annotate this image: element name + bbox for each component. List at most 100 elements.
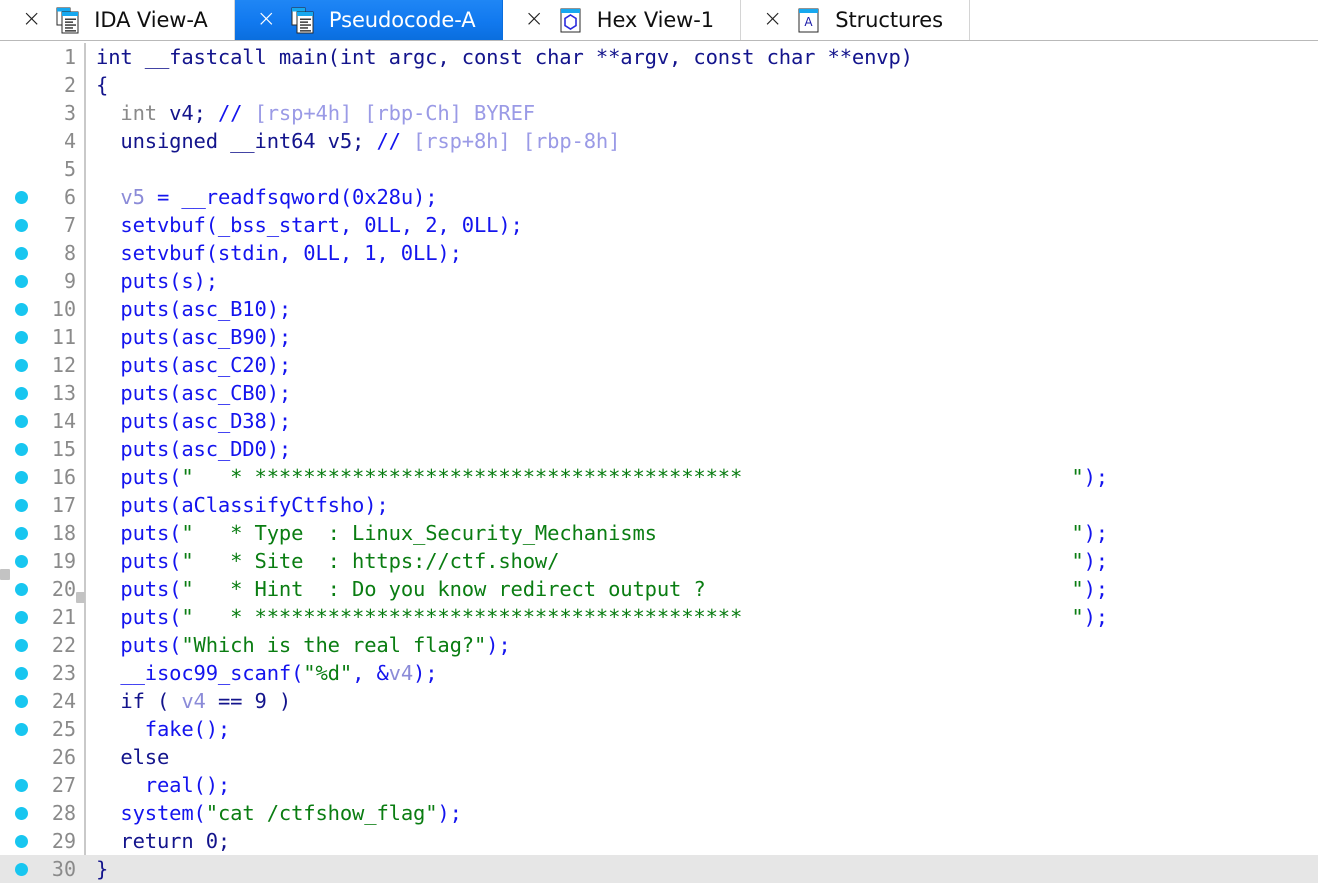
code-line[interactable]: 24 if ( v4 == 9 ): [0, 687, 1318, 715]
code-line-text[interactable]: if ( v4 == 9 ): [94, 691, 1318, 712]
code-line-list[interactable]: 1 int __fastcall main(int argc, const cha…: [0, 41, 1318, 883]
breakpoint-gutter-cell[interactable]: [0, 470, 42, 484]
code-line[interactable]: 10 puts(asc_B10);: [0, 295, 1318, 323]
tab-ida-view-a[interactable]: × IDA View-A: [0, 0, 235, 40]
code-line-text[interactable]: else: [94, 747, 1318, 768]
breakpoint-gutter-cell[interactable]: [0, 330, 42, 344]
code-line-text[interactable]: __isoc99_scanf("%d", &v4);: [94, 663, 1318, 684]
code-line[interactable]: 8 setvbuf(stdin, 0LL, 1, 0LL);: [0, 239, 1318, 267]
code-line-text[interactable]: puts(" * *******************************…: [94, 607, 1318, 628]
code-line[interactable]: 21 puts(" * ****************************…: [0, 603, 1318, 631]
pseudocode-editor[interactable]: 1 int __fastcall main(int argc, const cha…: [0, 41, 1318, 890]
breakpoint-dot-icon[interactable]: [14, 582, 28, 596]
tab-pseudocode-a[interactable]: × Pseudocode-A: [234, 0, 503, 40]
code-line[interactable]: 6 v5 = __readfsqword(0x28u);: [0, 183, 1318, 211]
code-line-text[interactable]: puts(" * Site : https://ctf.show/ ");: [94, 551, 1318, 572]
code-line-text[interactable]: puts(asc_CB0);: [94, 383, 1318, 404]
breakpoint-gutter-cell[interactable]: [0, 302, 42, 316]
code-line-text[interactable]: fake();: [94, 719, 1318, 740]
code-line[interactable]: 12 puts(asc_C20);: [0, 351, 1318, 379]
breakpoint-gutter-cell[interactable]: [0, 442, 42, 456]
code-line-text[interactable]: int __fastcall main(int argc, const char…: [94, 47, 1318, 68]
code-line[interactable]: 9 puts(s);: [0, 267, 1318, 295]
breakpoint-dot-icon[interactable]: [14, 834, 28, 848]
breakpoint-gutter-cell[interactable]: [0, 414, 42, 428]
breakpoint-gutter-cell[interactable]: [0, 79, 42, 92]
breakpoint-gutter-cell[interactable]: [0, 582, 42, 596]
code-line-text[interactable]: puts(" * Type : Linux_Security_Mechanism…: [94, 523, 1318, 544]
breakpoint-dot-icon[interactable]: [14, 722, 28, 736]
breakpoint-dot-icon[interactable]: [14, 246, 28, 260]
code-line[interactable]: 26 else: [0, 743, 1318, 771]
code-line[interactable]: 28 system("cat /ctfshow_flag");: [0, 799, 1318, 827]
code-line[interactable]: 19 puts(" * Site : https://ctf.show/ ");: [0, 547, 1318, 575]
code-line[interactable]: 2{: [0, 71, 1318, 99]
breakpoint-gutter-cell[interactable]: [0, 778, 42, 792]
breakpoint-gutter-cell[interactable]: [0, 386, 42, 400]
code-line-text[interactable]: puts(aClassifyCtfsho);: [94, 495, 1318, 516]
breakpoint-gutter-cell[interactable]: [0, 526, 42, 540]
code-line-text[interactable]: int v4; // [rsp+4h] [rbp-Ch] BYREF: [94, 103, 1318, 124]
code-line[interactable]: 15 puts(asc_DD0);: [0, 435, 1318, 463]
breakpoint-gutter-cell[interactable]: [0, 218, 42, 232]
breakpoint-dot-icon[interactable]: [14, 330, 28, 344]
tab-close-icon[interactable]: ×: [22, 7, 41, 33]
code-line-text[interactable]: puts(asc_DD0);: [94, 439, 1318, 460]
breakpoint-gutter-cell[interactable]: [0, 163, 42, 176]
code-line-text[interactable]: {: [94, 75, 1318, 96]
breakpoint-gutter-cell[interactable]: [0, 862, 42, 876]
breakpoint-dot-icon[interactable]: [14, 526, 28, 540]
tab-close-icon[interactable]: ×: [763, 7, 782, 33]
breakpoint-gutter-cell[interactable]: [0, 666, 42, 680]
breakpoint-gutter-cell[interactable]: [0, 554, 42, 568]
code-line-text[interactable]: setvbuf(_bss_start, 0LL, 2, 0LL);: [94, 215, 1318, 236]
code-line-text[interactable]: return 0;: [94, 831, 1318, 852]
breakpoint-dot-icon[interactable]: [14, 694, 28, 708]
breakpoint-dot-icon[interactable]: [14, 302, 28, 316]
code-line[interactable]: 4 unsigned __int64 v5; // [rsp+8h] [rbp-…: [0, 127, 1318, 155]
view-tab-bar[interactable]: × IDA View-A × Pseudocode-A × Hex View-1 × A Str…: [0, 0, 1318, 41]
tab-close-icon[interactable]: ×: [525, 7, 544, 33]
code-line[interactable]: 17 puts(aClassifyCtfsho);: [0, 491, 1318, 519]
code-line[interactable]: 13 puts(asc_CB0);: [0, 379, 1318, 407]
breakpoint-gutter-cell[interactable]: [0, 751, 42, 764]
breakpoint-gutter-cell[interactable]: [0, 51, 42, 64]
tab-close-icon[interactable]: ×: [257, 7, 276, 33]
breakpoint-dot-icon[interactable]: [14, 358, 28, 372]
breakpoint-dot-icon[interactable]: [14, 470, 28, 484]
code-line[interactable]: 25 fake();: [0, 715, 1318, 743]
code-line-text[interactable]: real();: [94, 775, 1318, 796]
breakpoint-gutter-cell[interactable]: [0, 610, 42, 624]
code-line-text[interactable]: puts(s);: [94, 271, 1318, 292]
tab-hex-view-1[interactable]: × Hex View-1: [502, 0, 741, 40]
breakpoint-gutter-cell[interactable]: [0, 135, 42, 148]
breakpoint-dot-icon[interactable]: [14, 806, 28, 820]
breakpoint-dot-icon[interactable]: [14, 778, 28, 792]
breakpoint-gutter-cell[interactable]: [0, 638, 42, 652]
breakpoint-dot-icon[interactable]: [14, 218, 28, 232]
breakpoint-gutter-cell[interactable]: [0, 694, 42, 708]
breakpoint-dot-icon[interactable]: [14, 442, 28, 456]
code-line-text[interactable]: system("cat /ctfshow_flag");: [94, 803, 1318, 824]
breakpoint-dot-icon[interactable]: [14, 554, 28, 568]
breakpoint-gutter-cell[interactable]: [0, 274, 42, 288]
code-line[interactable]: 30}: [0, 855, 1318, 883]
code-line-text[interactable]: v5 = __readfsqword(0x28u);: [94, 187, 1318, 208]
breakpoint-dot-icon[interactable]: [14, 414, 28, 428]
tab-structures[interactable]: × A Structures: [741, 0, 970, 40]
code-line-text[interactable]: puts(asc_B90);: [94, 327, 1318, 348]
code-line[interactable]: 16 puts(" * ****************************…: [0, 463, 1318, 491]
code-line[interactable]: 27 real();: [0, 771, 1318, 799]
breakpoint-dot-icon[interactable]: [14, 638, 28, 652]
code-line[interactable]: 1 int __fastcall main(int argc, const cha…: [0, 43, 1318, 71]
code-line-text[interactable]: puts(" * Hint : Do you know redirect out…: [94, 579, 1318, 600]
code-line[interactable]: 5: [0, 155, 1318, 183]
breakpoint-gutter-cell[interactable]: [0, 722, 42, 736]
code-line[interactable]: 18 puts(" * Type : Linux_Security_Mechan…: [0, 519, 1318, 547]
breakpoint-dot-icon[interactable]: [14, 274, 28, 288]
code-line-text[interactable]: setvbuf(stdin, 0LL, 1, 0LL);: [94, 243, 1318, 264]
breakpoint-gutter-cell[interactable]: [0, 107, 42, 120]
breakpoint-gutter-cell[interactable]: [0, 358, 42, 372]
code-line-text[interactable]: puts(asc_C20);: [94, 355, 1318, 376]
breakpoint-gutter-cell[interactable]: [0, 498, 42, 512]
